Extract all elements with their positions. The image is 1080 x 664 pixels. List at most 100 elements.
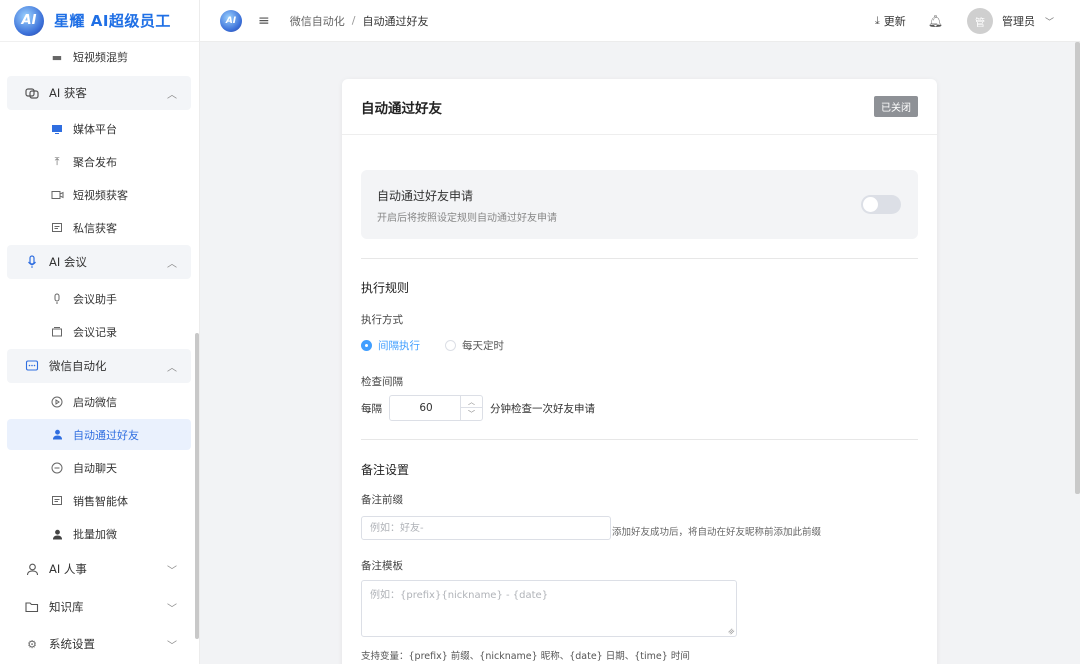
- menu-toggle-icon[interactable]: ≡: [258, 13, 270, 29]
- download-icon: ⤓: [874, 14, 880, 27]
- remark-template-textarea[interactable]: [361, 580, 737, 637]
- interval-stepper[interactable]: 60 ︿ ﹀: [389, 395, 483, 421]
- template-vars-hint: 支持变量：{prefix} 前缀、{nickname} 昵称、{date} 日期…: [361, 651, 690, 662]
- sidebar-item-system-settings[interactable]: ⚙ 系统设置 ﹀: [7, 627, 191, 661]
- link-icon: [24, 85, 40, 101]
- sidebar-scrollbar[interactable]: [195, 333, 199, 639]
- sidebar-item-media-platform[interactable]: 媒体平台: [7, 112, 191, 146]
- bell-icon[interactable]: 🔔︎: [928, 14, 943, 28]
- auto-accept-toggle[interactable]: [861, 195, 901, 214]
- sidebar-item-ai-acquire[interactable]: AI 获客 ︿: [7, 76, 191, 110]
- sidebar-item-ai-meeting[interactable]: AI 会议 ︿: [7, 245, 191, 279]
- interval-value[interactable]: 60: [390, 396, 462, 420]
- sidebar-item-label: 私信获客: [73, 222, 117, 235]
- decrement-button[interactable]: ﹀: [461, 408, 482, 420]
- sidebar-item-start-wechat[interactable]: 启动微信: [7, 385, 191, 419]
- toggle-knob: [863, 197, 878, 212]
- gear-icon: ⚙: [27, 637, 37, 651]
- sidebar-item-auto-chat[interactable]: 自动聊天: [7, 451, 191, 485]
- radio-dot: [445, 340, 456, 351]
- sidebar-item-label: AI 人事: [49, 562, 87, 576]
- sidebar-item-label: 系统设置: [49, 637, 95, 651]
- sidebar-item-label: 会议记录: [73, 326, 117, 339]
- microphone-icon: [24, 254, 40, 270]
- interval-label: 检查间隔: [361, 376, 403, 388]
- chat-dots-icon: [50, 461, 64, 475]
- page-title: 自动通过好友: [361, 100, 442, 117]
- breadcrumb-separator: /: [351, 14, 356, 27]
- sidebar-item-batch-add[interactable]: 批量加微: [7, 517, 191, 551]
- chevron-down-icon: ﹀: [167, 603, 177, 615]
- sidebar-item-short-video-mix[interactable]: ▬ 短视频混剪: [7, 42, 191, 72]
- app-name: 星耀 AI超级员工: [54, 12, 171, 30]
- user-name[interactable]: 管理员: [1002, 13, 1035, 29]
- radio-label: 每天定时: [462, 340, 504, 352]
- sidebar-item-label: 启动微信: [73, 396, 117, 409]
- breadcrumb: 微信自动化 / 自动通过好友: [290, 13, 429, 29]
- switch-description: 开启后将按照设定规则自动通过好友申请: [377, 213, 557, 224]
- sidebar-item-knowledge-base[interactable]: 知识库 ﹀: [7, 590, 191, 624]
- sidebar-item-dm-acquire[interactable]: 私信获客: [7, 211, 191, 245]
- radio-interval[interactable]: 间隔执行: [361, 338, 420, 353]
- sidebar-item-label: 媒体平台: [73, 123, 117, 136]
- sidebar-item-label: AI 获客: [49, 86, 87, 100]
- sidebar-item-label: 微信自动化: [49, 359, 107, 373]
- status-badge: 已关闭: [874, 96, 918, 117]
- sidebar-item-wechat-automation[interactable]: 微信自动化 ︿: [7, 349, 191, 383]
- user-icon: [50, 428, 64, 442]
- every-suffix: 分钟检查一次好友申请: [490, 403, 595, 415]
- sidebar-item-label: 自动聊天: [73, 462, 117, 475]
- video-camera-icon: ▬: [51, 50, 63, 64]
- divider: [361, 439, 918, 440]
- radio-label: 间隔执行: [378, 340, 420, 352]
- chat-icon: [24, 358, 40, 374]
- section-title-exec: 执行规则: [361, 281, 410, 295]
- sidebar-item-auto-accept-friend[interactable]: 自动通过好友: [7, 419, 191, 450]
- sidebar-item-ai-hr[interactable]: AI 人事 ﹀: [7, 552, 191, 586]
- update-label: 更新: [883, 15, 906, 28]
- exec-mode-label: 执行方式: [361, 314, 403, 326]
- sidebar-item-sales-agent[interactable]: 销售智能体: [7, 484, 191, 518]
- sidebar-item-label: 短视频获客: [73, 189, 128, 202]
- remark-prefix-input[interactable]: [361, 516, 611, 540]
- sidebar: AI 星耀 AI超级员工 ▬ 短视频混剪 AI 获客 ︿ 媒体平台 ⤒ 聚合发布…: [0, 0, 200, 664]
- folder-icon: [50, 325, 64, 339]
- increment-button[interactable]: ︿: [461, 396, 482, 408]
- page-scrollbar[interactable]: [1075, 42, 1080, 494]
- chevron-down-icon[interactable]: ﹀: [1045, 15, 1054, 28]
- remark-prefix-hint: 添加好友成功后，将自动在好友昵称前添加此前缀: [612, 527, 822, 538]
- microphone-icon: [50, 292, 64, 306]
- sidebar-item-meeting-record[interactable]: 会议记录: [7, 315, 191, 349]
- video-icon: [50, 188, 64, 202]
- person-icon: [24, 561, 40, 577]
- app-logo[interactable]: AI 星耀 AI超级员工: [0, 0, 199, 42]
- update-button[interactable]: ⤓ 更新: [875, 13, 906, 29]
- monitor-icon: [50, 122, 64, 136]
- divider: [361, 258, 918, 259]
- logo-icon[interactable]: AI: [220, 9, 242, 32]
- radio-daily[interactable]: 每天定时: [445, 338, 504, 353]
- sidebar-item-label: 自动通过好友: [73, 428, 139, 442]
- breadcrumb-current: 自动通过好友: [362, 14, 429, 28]
- message-icon: [50, 221, 64, 235]
- sidebar-item-label: 销售智能体: [73, 495, 128, 508]
- sidebar-item-short-video-acquire[interactable]: 短视频获客: [7, 178, 191, 212]
- breadcrumb-item[interactable]: 微信自动化: [290, 13, 345, 29]
- switch-title: 自动通过好友申请: [377, 189, 474, 203]
- remark-prefix-label: 备注前缀: [361, 494, 403, 506]
- message-icon: [50, 494, 64, 508]
- avatar[interactable]: 管: [966, 8, 993, 34]
- sidebar-item-publish[interactable]: ⤒ 聚合发布: [7, 145, 191, 179]
- play-circle-icon: [50, 395, 64, 409]
- chevron-up-icon: ︿: [167, 258, 177, 270]
- upload-icon: ⤒: [54, 155, 60, 168]
- sidebar-item-label: 批量加微: [73, 528, 117, 541]
- chevron-up-icon: ︿: [167, 362, 177, 374]
- radio-dot: [361, 340, 372, 351]
- remark-template-label: 备注模板: [361, 560, 403, 572]
- sidebar-item-label: AI 会议: [49, 255, 87, 269]
- sidebar-item-meeting-assistant[interactable]: 会议助手: [7, 282, 191, 316]
- card-header: 自动通过好友 已关闭: [342, 79, 937, 135]
- sidebar-item-label: 知识库: [49, 600, 84, 614]
- top-bar-actions: ⤓ 更新 🔔︎ 管 管理员 ﹀: [875, 0, 1080, 42]
